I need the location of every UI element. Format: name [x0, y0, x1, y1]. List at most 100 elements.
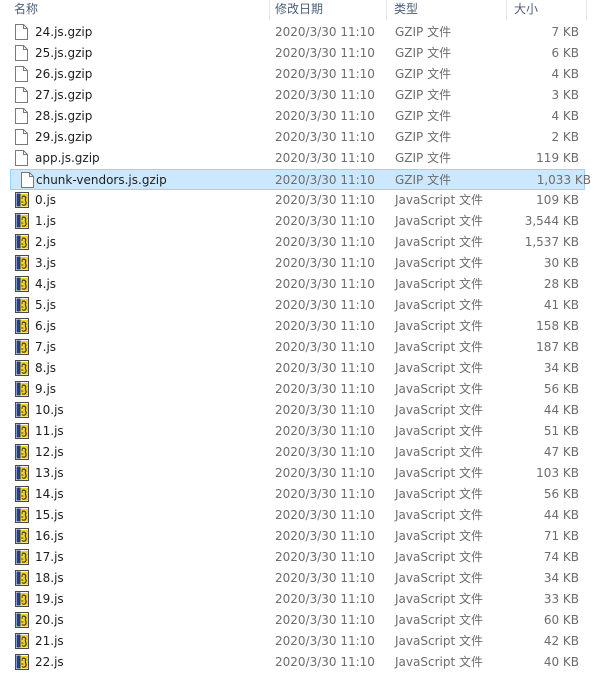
- file-row[interactable]: 3.js 2020/3/30 11:10 JavaScript 文件 30 KB: [0, 253, 605, 274]
- file-row[interactable]: 2.js 2020/3/30 11:10 JavaScript 文件 1,537 KB: [0, 232, 605, 253]
- file-name[interactable]: 14.js: [35, 484, 64, 505]
- file-row[interactable]: 0.js 2020/3/30 11:10 JavaScript 文件 109 KB: [0, 190, 605, 211]
- file-row[interactable]: 10.js 2020/3/30 11:10 JavaScript 文件 44 KB: [0, 400, 605, 421]
- column-header-size[interactable]: 大小: [510, 0, 590, 20]
- file-row[interactable]: 6.js 2020/3/30 11:10 JavaScript 文件 158 KB: [0, 316, 605, 337]
- file-name-cell[interactable]: 14.js: [15, 484, 255, 505]
- file-name-cell[interactable]: 0.js: [15, 190, 255, 211]
- file-row[interactable]: 22.js 2020/3/30 11:10 JavaScript 文件 40 KB: [0, 652, 605, 673]
- file-row[interactable]: 12.js 2020/3/30 11:10 JavaScript 文件 47 KB: [0, 442, 605, 463]
- file-name-cell[interactable]: 9.js: [15, 379, 255, 400]
- file-name-cell[interactable]: 1.js: [15, 211, 255, 232]
- file-row[interactable]: 28.js.gzip 2020/3/30 11:10 GZIP 文件 4 KB: [0, 106, 605, 127]
- file-name[interactable]: 29.js.gzip: [35, 127, 92, 148]
- file-name-cell[interactable]: 4.js: [15, 274, 255, 295]
- file-name-cell[interactable]: 16.js: [15, 526, 255, 547]
- file-name[interactable]: 21.js: [35, 631, 64, 652]
- file-name[interactable]: 13.js: [35, 463, 64, 484]
- file-name[interactable]: 19.js: [35, 589, 64, 610]
- file-row[interactable]: 15.js 2020/3/30 11:10 JavaScript 文件 44 KB: [0, 505, 605, 526]
- file-row[interactable]: 25.js.gzip 2020/3/30 11:10 GZIP 文件 6 KB: [0, 43, 605, 64]
- file-name-cell[interactable]: 22.js: [15, 652, 255, 673]
- file-row[interactable]: 7.js 2020/3/30 11:10 JavaScript 文件 187 KB: [0, 337, 605, 358]
- file-name-cell[interactable]: 19.js: [15, 589, 255, 610]
- file-name-cell[interactable]: 13.js: [15, 463, 255, 484]
- file-row[interactable]: 24.js.gzip 2020/3/30 11:10 GZIP 文件 7 KB: [0, 22, 605, 43]
- file-row[interactable]: 13.js 2020/3/30 11:10 JavaScript 文件 103 KB: [0, 463, 605, 484]
- file-row[interactable]: 9.js 2020/3/30 11:10 JavaScript 文件 56 KB: [0, 379, 605, 400]
- file-name-cell[interactable]: chunk-vendors.js.gzip: [16, 170, 256, 191]
- file-name[interactable]: 0.js: [35, 190, 56, 211]
- file-name-cell[interactable]: 17.js: [15, 547, 255, 568]
- file-row[interactable]: 26.js.gzip 2020/3/30 11:10 GZIP 文件 4 KB: [0, 64, 605, 85]
- file-name-cell[interactable]: 10.js: [15, 400, 255, 421]
- file-row[interactable]: 19.js 2020/3/30 11:10 JavaScript 文件 33 KB: [0, 589, 605, 610]
- file-row[interactable]: 5.js 2020/3/30 11:10 JavaScript 文件 41 KB: [0, 295, 605, 316]
- file-name-cell[interactable]: 15.js: [15, 505, 255, 526]
- file-name-cell[interactable]: 3.js: [15, 253, 255, 274]
- file-name[interactable]: 11.js: [35, 421, 64, 442]
- file-row[interactable]: 21.js 2020/3/30 11:10 JavaScript 文件 42 KB: [0, 631, 605, 652]
- file-name[interactable]: 20.js: [35, 610, 64, 631]
- file-name[interactable]: chunk-vendors.js.gzip: [36, 170, 167, 191]
- file-name-cell[interactable]: 26.js.gzip: [15, 64, 255, 85]
- file-name[interactable]: 2.js: [35, 232, 56, 253]
- file-name[interactable]: 3.js: [35, 253, 56, 274]
- file-name[interactable]: 4.js: [35, 274, 56, 295]
- file-row[interactable]: 14.js 2020/3/30 11:10 JavaScript 文件 56 KB: [0, 484, 605, 505]
- file-name-cell[interactable]: 20.js: [15, 610, 255, 631]
- file-row-selected[interactable]: chunk-vendors.js.gzip 2020/3/30 11:10 GZIP…: [10, 169, 591, 191]
- file-row[interactable]: 11.js 2020/3/30 11:10 JavaScript 文件 51 KB: [0, 421, 605, 442]
- file-name-cell[interactable]: 8.js: [15, 358, 255, 379]
- file-name-cell[interactable]: 27.js.gzip: [15, 85, 255, 106]
- file-name[interactable]: app.js.gzip: [35, 148, 100, 169]
- file-name-cell[interactable]: 21.js: [15, 631, 255, 652]
- file-name[interactable]: 22.js: [35, 652, 64, 673]
- file-row[interactable]: 16.js 2020/3/30 11:10 JavaScript 文件 71 KB: [0, 526, 605, 547]
- file-name-cell[interactable]: 25.js.gzip: [15, 43, 255, 64]
- column-divider[interactable]: [506, 0, 507, 20]
- file-name[interactable]: 8.js: [35, 358, 56, 379]
- file-name[interactable]: 12.js: [35, 442, 64, 463]
- file-name[interactable]: 10.js: [35, 400, 64, 421]
- column-header-type[interactable]: 类型: [390, 0, 506, 20]
- file-name[interactable]: 1.js: [35, 211, 56, 232]
- file-name-cell[interactable]: 24.js.gzip: [15, 22, 255, 43]
- file-name[interactable]: 25.js.gzip: [35, 43, 92, 64]
- file-name[interactable]: 15.js: [35, 505, 64, 526]
- file-name[interactable]: 28.js.gzip: [35, 106, 92, 127]
- file-name-cell[interactable]: 28.js.gzip: [15, 106, 255, 127]
- file-name-cell[interactable]: 12.js: [15, 442, 255, 463]
- file-row[interactable]: 1.js 2020/3/30 11:10 JavaScript 文件 3,544 KB: [0, 211, 605, 232]
- column-header-date[interactable]: 修改日期: [271, 0, 386, 20]
- file-name-cell[interactable]: 2.js: [15, 232, 255, 253]
- file-name[interactable]: 6.js: [35, 316, 56, 337]
- file-name-cell[interactable]: 18.js: [15, 568, 255, 589]
- column-divider[interactable]: [269, 0, 270, 20]
- file-row[interactable]: 20.js 2020/3/30 11:10 JavaScript 文件 60 KB: [0, 610, 605, 631]
- file-row[interactable]: 18.js 2020/3/30 11:10 JavaScript 文件 34 KB: [0, 568, 605, 589]
- file-name-cell[interactable]: 29.js.gzip: [15, 127, 255, 148]
- column-divider[interactable]: [586, 0, 587, 20]
- file-row[interactable]: 29.js.gzip 2020/3/30 11:10 GZIP 文件 2 KB: [0, 127, 605, 148]
- file-name-cell[interactable]: 7.js: [15, 337, 255, 358]
- file-name[interactable]: 18.js: [35, 568, 64, 589]
- file-name[interactable]: 24.js.gzip: [35, 22, 92, 43]
- file-name[interactable]: 27.js.gzip: [35, 85, 92, 106]
- file-name-cell[interactable]: app.js.gzip: [15, 148, 255, 169]
- file-row[interactable]: 17.js 2020/3/30 11:10 JavaScript 文件 74 KB: [0, 547, 605, 568]
- file-row[interactable]: 8.js 2020/3/30 11:10 JavaScript 文件 34 KB: [0, 358, 605, 379]
- file-row[interactable]: 27.js.gzip 2020/3/30 11:10 GZIP 文件 3 KB: [0, 85, 605, 106]
- file-name-cell[interactable]: 11.js: [15, 421, 255, 442]
- column-header-name[interactable]: 名称: [10, 0, 270, 20]
- file-name[interactable]: 26.js.gzip: [35, 64, 92, 85]
- file-name[interactable]: 5.js: [35, 295, 56, 316]
- column-divider[interactable]: [386, 0, 387, 20]
- file-name[interactable]: 7.js: [35, 337, 56, 358]
- file-name[interactable]: 9.js: [35, 379, 56, 400]
- file-row[interactable]: 4.js 2020/3/30 11:10 JavaScript 文件 28 KB: [0, 274, 605, 295]
- file-name[interactable]: 17.js: [35, 547, 64, 568]
- file-name-cell[interactable]: 6.js: [15, 316, 255, 337]
- file-row[interactable]: app.js.gzip 2020/3/30 11:10 GZIP 文件 119 KB: [0, 148, 605, 169]
- file-name[interactable]: 16.js: [35, 526, 64, 547]
